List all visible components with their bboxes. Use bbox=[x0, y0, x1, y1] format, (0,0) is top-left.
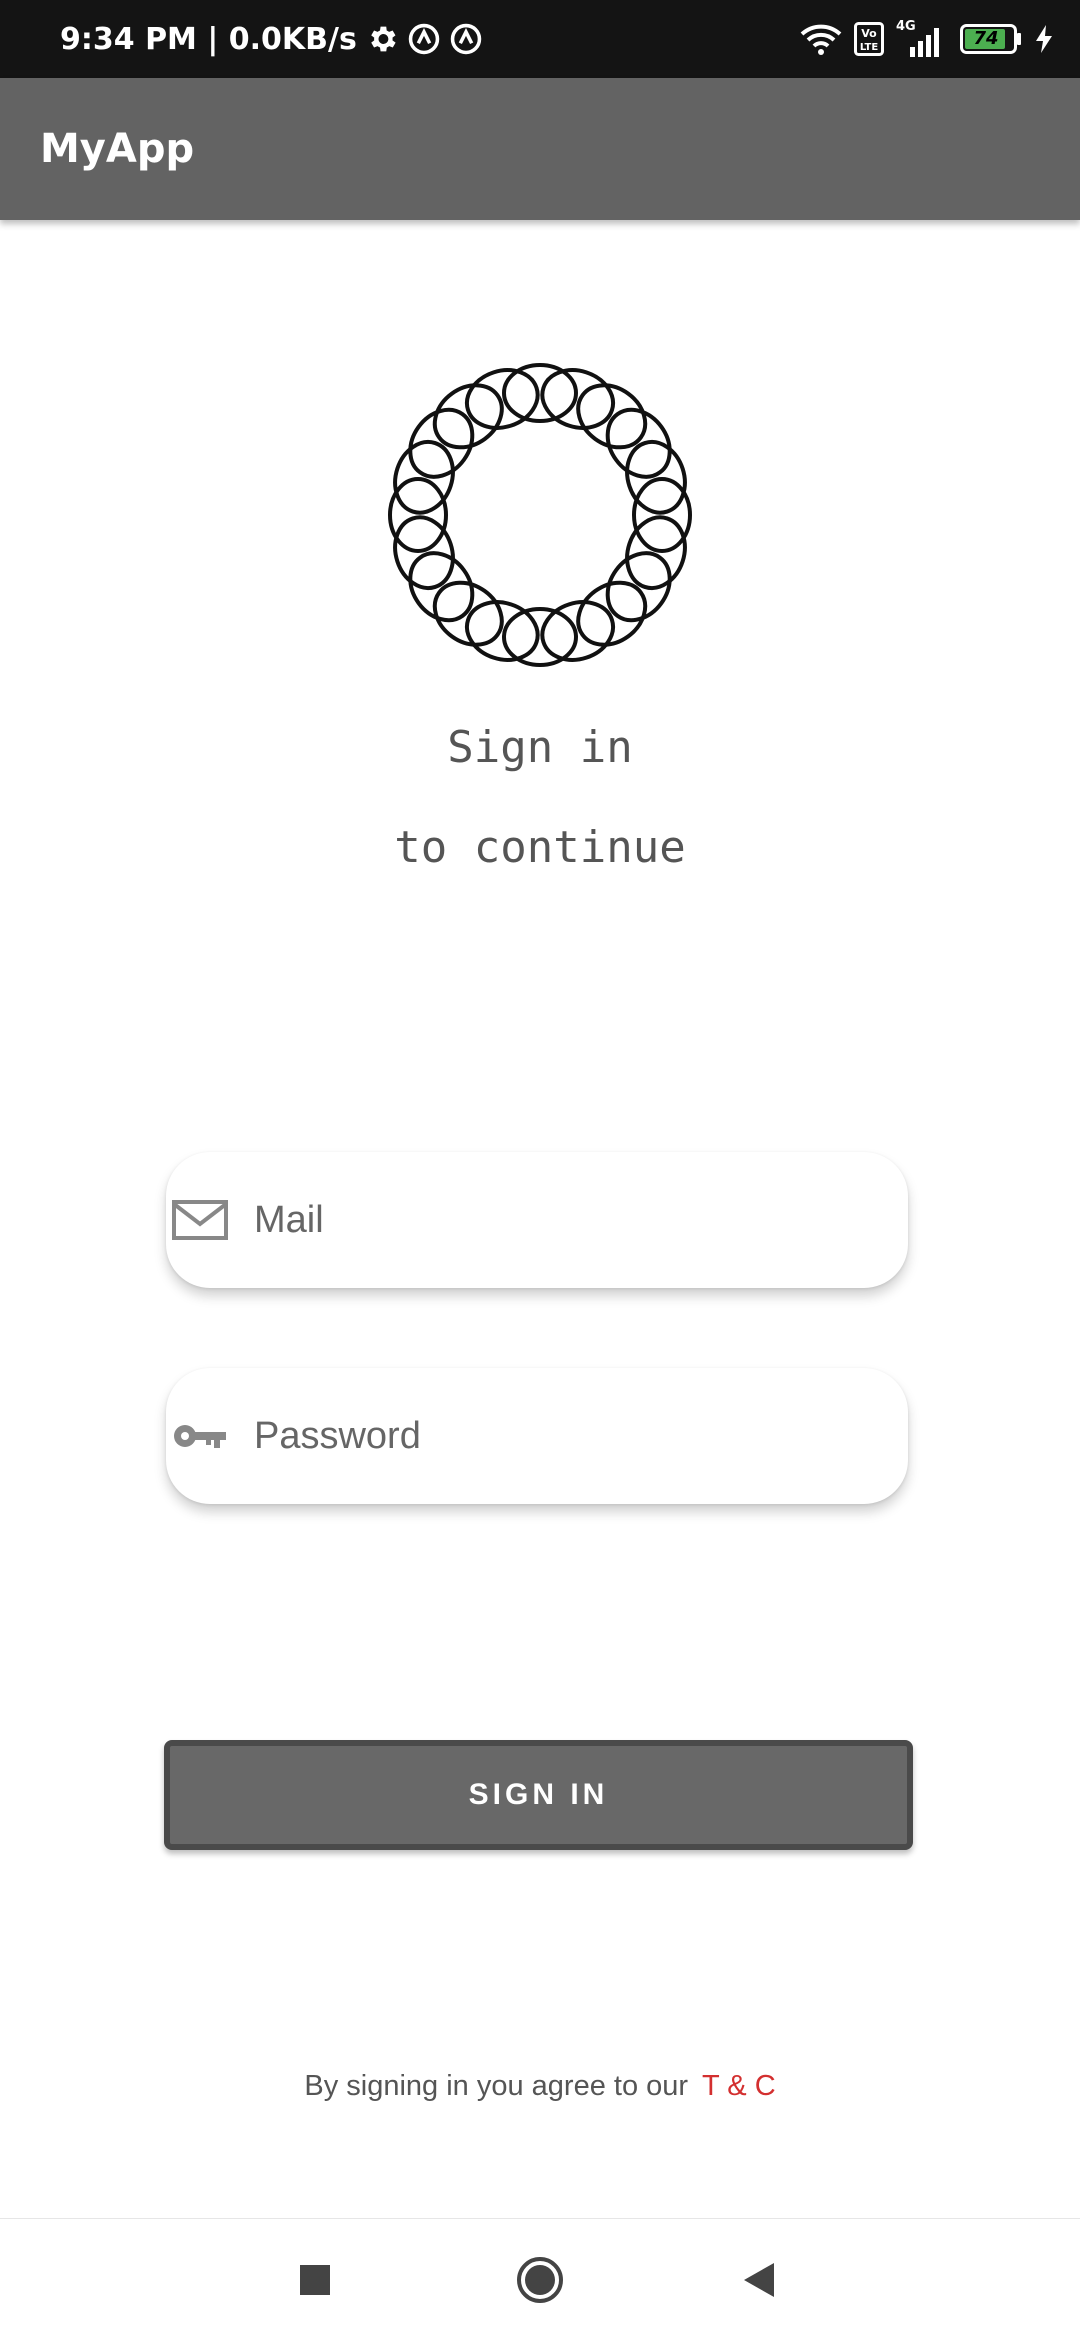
status-left: 9:34 PM | 0.0KB/s bbox=[60, 0, 483, 78]
svg-text:Vo: Vo bbox=[861, 27, 877, 40]
status-time: 9:34 PM | 0.0KB/s bbox=[60, 21, 357, 57]
signal-bars-icon bbox=[910, 28, 939, 57]
circle-icon bbox=[517, 2257, 563, 2303]
terms-notice: By signing in you agree to our T & C bbox=[0, 2070, 1080, 2103]
key-icon bbox=[174, 1425, 226, 1448]
terms-link[interactable]: T & C bbox=[702, 2070, 776, 2102]
logo-ring bbox=[408, 407, 475, 479]
logo-ring bbox=[432, 580, 504, 647]
logo-ring bbox=[432, 383, 504, 450]
back-button[interactable] bbox=[726, 2247, 792, 2313]
mail-input[interactable] bbox=[254, 1198, 854, 1242]
mail-icon bbox=[172, 1200, 228, 1240]
status-bar: 9:34 PM | 0.0KB/s Vo LTE 4G 74 bbox=[0, 0, 1080, 78]
logo-ring bbox=[388, 477, 448, 553]
square-icon bbox=[300, 2265, 330, 2295]
navigation-bar bbox=[0, 2218, 1080, 2340]
logo-ring bbox=[605, 551, 672, 623]
logo-ring bbox=[605, 407, 672, 479]
svg-text:LTE: LTE bbox=[860, 42, 879, 53]
password-field[interactable] bbox=[166, 1368, 908, 1504]
sign-in-subheading: to continue bbox=[394, 822, 686, 873]
charging-bolt-icon bbox=[1036, 25, 1052, 53]
app-title: MyApp bbox=[40, 126, 195, 172]
logo-ring bbox=[632, 477, 692, 553]
wifi-icon bbox=[800, 24, 842, 55]
logo-ring bbox=[576, 383, 648, 450]
settings-gear-icon bbox=[371, 26, 396, 52]
sign-in-button[interactable]: SIGN IN bbox=[164, 1740, 913, 1850]
logo-ring bbox=[408, 551, 475, 623]
password-input[interactable] bbox=[254, 1414, 854, 1458]
volte-icon: Vo LTE bbox=[854, 22, 884, 56]
sign-in-heading: Sign in bbox=[447, 722, 633, 773]
signal-indicator: 4G bbox=[896, 19, 948, 59]
battery-level: 74 bbox=[973, 28, 999, 49]
logo-ring bbox=[502, 363, 578, 423]
sync-badge-icon bbox=[408, 23, 440, 55]
sync-badge-icon-2 bbox=[450, 23, 482, 55]
mail-field[interactable] bbox=[166, 1152, 908, 1288]
sign-in-screen: 9:34 PM | 0.0KB/s Vo LTE 4G 74 MyApp Sig… bbox=[0, 0, 1080, 2340]
battery-indicator: 74 bbox=[960, 24, 1022, 54]
logo-ring bbox=[576, 580, 648, 647]
recent-apps-button[interactable] bbox=[282, 2247, 348, 2313]
app-logo-icon bbox=[388, 363, 692, 667]
logo-ring bbox=[502, 607, 578, 667]
terms-text: By signing in you agree to our bbox=[304, 2070, 689, 2102]
status-right: Vo LTE 4G 74 bbox=[800, 0, 1054, 78]
triangle-back-icon bbox=[744, 2263, 774, 2297]
app-bar: MyApp bbox=[0, 78, 1080, 220]
home-button[interactable] bbox=[507, 2247, 573, 2313]
